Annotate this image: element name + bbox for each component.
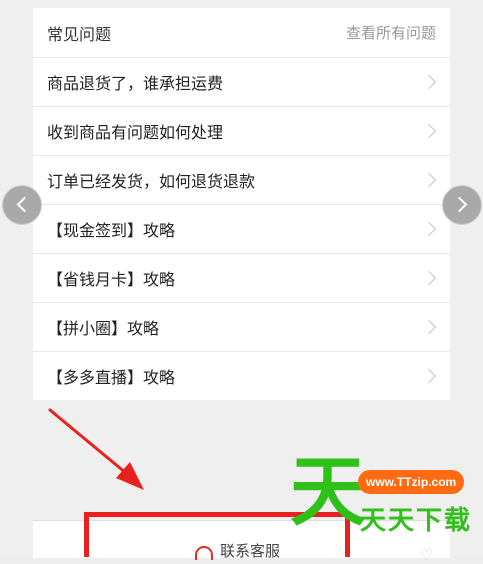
watermark-url: www.TTzip.com: [358, 470, 465, 494]
page-background: 常见问题 查看所有问题 商品退货了，谁承担运费 收到商品有问题如何处理 订单已经…: [0, 0, 483, 564]
site-watermark: 天 www.TTzip.com 天天下载: [288, 454, 470, 557]
watermark-text: 天天下载: [360, 506, 473, 536]
watermark-logo-char: 天: [290, 447, 366, 536]
